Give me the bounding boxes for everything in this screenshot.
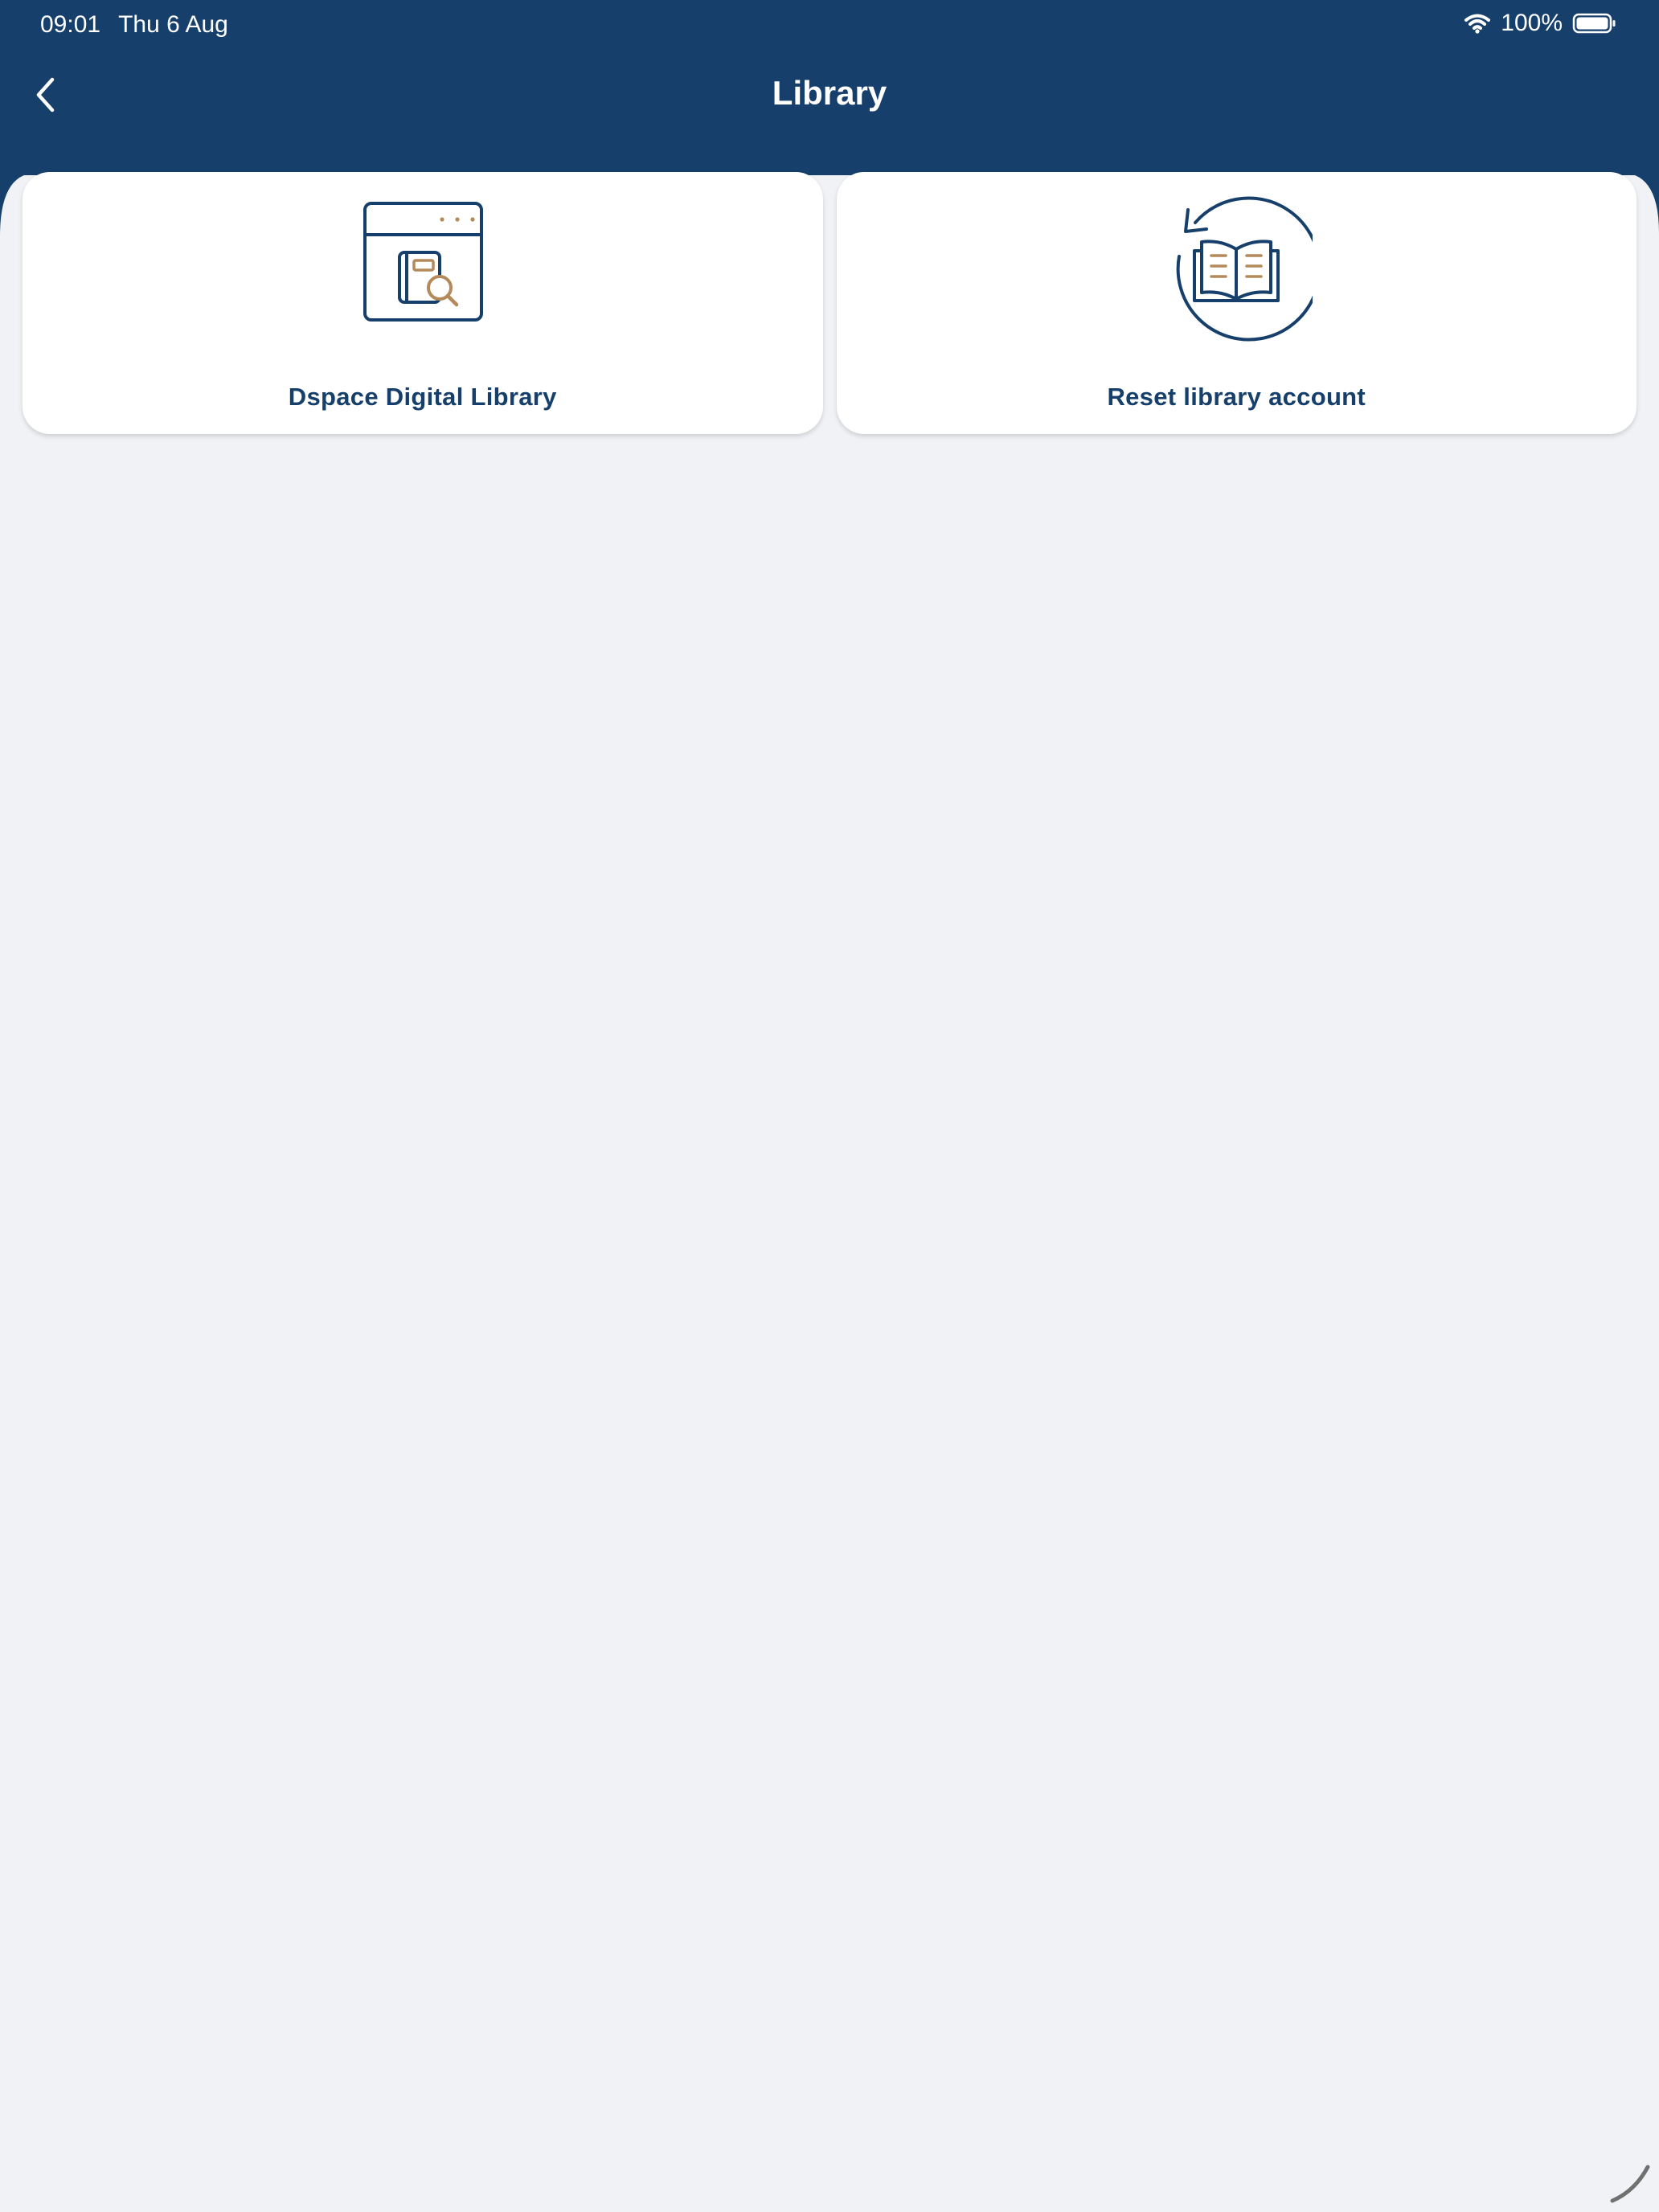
status-right: 100% [1464, 10, 1617, 37]
battery-percentage: 100% [1501, 10, 1563, 36]
nav-bar: Library [0, 51, 1659, 141]
status-bar: 09:01 Thu 6 Aug 100% [0, 0, 1659, 51]
book-reset-icon [1176, 196, 1313, 342]
library-search-icon [363, 202, 483, 322]
status-left: 09:01 Thu 6 Aug [40, 11, 228, 39]
card-grid: Dspace Digital Library Reset library acc… [23, 172, 1636, 434]
card-dspace-digital-library[interactable]: Dspace Digital Library [23, 172, 823, 434]
battery-icon [1572, 13, 1616, 34]
page-title: Library [772, 74, 887, 112]
status-date: Thu 6 Aug [118, 11, 228, 38]
pencil-hover-indicator-icon [1610, 2165, 1650, 2203]
card-label: Dspace Digital Library [288, 383, 557, 411]
card-reset-library-account[interactable]: Reset library account [836, 172, 1636, 434]
wifi-icon [1464, 14, 1491, 34]
card-label: Reset library account [1107, 383, 1366, 411]
status-time: 09:01 [40, 11, 101, 38]
